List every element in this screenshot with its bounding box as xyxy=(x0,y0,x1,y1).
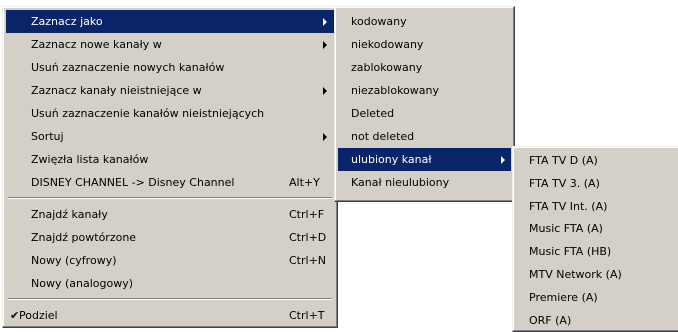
favorite-list-item[interactable]: FTA TV Int. (A) xyxy=(516,196,676,219)
menu-item-label: zablokowany xyxy=(351,61,423,74)
menu-item-favorite-channel[interactable]: ulubiony kanał xyxy=(338,148,511,171)
menu-item-shortcut: Ctrl+N xyxy=(289,254,327,267)
menu-item-not-deleted[interactable]: not deleted xyxy=(338,125,511,148)
menu-item-shortcut: Alt+Y xyxy=(289,176,320,189)
menu-item-label: Premiere (A) xyxy=(529,290,598,304)
submenu-arrow-icon xyxy=(323,41,327,49)
menu-item-label: MTV Network (A) xyxy=(529,267,622,281)
menu-item-find-channels[interactable]: Znajdź kanały Ctrl+F xyxy=(6,203,334,226)
menu-item-label: Zaznacz kanały nieistniejące w xyxy=(31,84,202,97)
menu-item-label: Zwięzła lista kanałów xyxy=(31,153,149,166)
menu-item-label: Usuń zaznaczenie kanałów nieistniejących xyxy=(31,107,265,120)
menu-item-shortcut: Ctrl+F xyxy=(289,208,325,221)
menu-item-unmark-new-channels[interactable]: Usuń zaznaczenie nowych kanałów xyxy=(6,56,334,79)
menu-item-label: Podziel xyxy=(19,309,58,322)
menu-item-label: not deleted xyxy=(351,130,415,143)
menu-item-label: Sortuj xyxy=(31,130,64,143)
menu-item-label: Znajdź kanały xyxy=(31,208,108,221)
menu-item-find-duplicates[interactable]: Znajdź powtórzone Ctrl+D xyxy=(6,226,334,249)
submenu-arrow-icon xyxy=(501,156,505,164)
menu-item-label: Deleted xyxy=(351,107,395,120)
submenu-arrow-icon xyxy=(323,18,327,26)
menu-item-mark-missing-channels[interactable]: Zaznacz kanały nieistniejące w xyxy=(6,79,334,102)
menu-item-label: Znajdź powtórzone xyxy=(31,231,137,244)
favorite-list-item[interactable]: MTV Network (A) xyxy=(516,264,676,287)
menu-item-locked[interactable]: zablokowany xyxy=(338,56,511,79)
menu-item-sort[interactable]: Sortuj xyxy=(6,125,334,148)
submenu-arrow-icon xyxy=(323,87,327,95)
menu-item-label: ulubiony kanał xyxy=(351,153,432,166)
menu-item-unlocked[interactable]: niezablokowany xyxy=(338,79,511,102)
menu-item-shortcut: Ctrl+D xyxy=(289,231,327,244)
menu-item-label: Kanał nieulubiony xyxy=(351,176,450,189)
favorite-list-item[interactable]: Music FTA (HB) xyxy=(516,241,676,264)
context-menu: Zaznacz jako Zaznacz nowe kanały w Usuń … xyxy=(2,6,338,328)
favorite-list-item[interactable]: FTA TV 3. (A) xyxy=(516,173,676,196)
favorite-list-item[interactable]: FTA TV D (A) xyxy=(516,150,676,173)
menu-item-label: Zaznacz jako xyxy=(31,15,103,28)
menu-item-new-digital[interactable]: Nowy (cyfrowy) Ctrl+N xyxy=(6,249,334,272)
menu-item-label: Nowy (cyfrowy) xyxy=(31,254,117,267)
menu-item-label: DISNEY CHANNEL -> Disney Channel xyxy=(31,176,235,189)
mark-as-submenu: kodowany niekodowany zablokowany niezabl… xyxy=(334,6,515,202)
menu-separator xyxy=(6,194,334,203)
menu-item-deleted[interactable]: Deleted xyxy=(338,102,511,125)
favorite-list-item[interactable]: ORF (A) xyxy=(516,310,676,332)
menu-item-rename-disney[interactable]: DISNEY CHANNEL -> Disney Channel Alt+Y xyxy=(6,171,334,194)
favorite-list-item[interactable]: Music FTA (A) xyxy=(516,218,676,241)
menu-item-label: FTA TV Int. (A) xyxy=(529,199,608,213)
menu-item-label: Nowy (analogowy) xyxy=(31,277,134,290)
menu-item-split[interactable]: ✔ Podziel Ctrl+T xyxy=(6,304,334,327)
menu-separator xyxy=(6,295,334,304)
favorites-submenu: FTA TV D (A) FTA TV 3. (A) FTA TV Int. (… xyxy=(512,146,678,332)
menu-item-not-favorite[interactable]: Kanał nieulubiony xyxy=(338,171,511,194)
menu-item-mark-new-channels[interactable]: Zaznacz nowe kanały w xyxy=(6,33,334,56)
menu-item-new-analog[interactable]: Nowy (analogowy) xyxy=(6,272,334,295)
submenu-arrow-icon xyxy=(323,133,327,141)
menu-item-unmark-missing-channels[interactable]: Usuń zaznaczenie kanałów nieistniejących xyxy=(6,102,334,125)
menu-item-label: niezablokowany xyxy=(351,84,440,97)
menu-item-label: Music FTA (HB) xyxy=(529,245,612,259)
menu-item-label: niekodowany xyxy=(351,38,424,51)
menu-item-label: ORF (A) xyxy=(529,313,572,327)
menu-item-shortcut: Ctrl+T xyxy=(289,309,325,322)
menu-item-label: Zaznacz nowe kanały w xyxy=(31,38,162,51)
menu-item-label: Music FTA (A) xyxy=(529,222,603,236)
menu-item-label: FTA TV D (A) xyxy=(529,154,598,167)
menu-item-encoded[interactable]: kodowany xyxy=(338,10,511,33)
favorite-list-item[interactable]: Premiere (A) xyxy=(516,287,676,310)
menu-item-label: kodowany xyxy=(351,15,407,28)
checkmark-icon: ✔ xyxy=(10,309,20,322)
menu-item-compact-list[interactable]: Zwięzła lista kanałów xyxy=(6,148,334,171)
menu-item-label: Usuń zaznaczenie nowych kanałów xyxy=(31,61,225,74)
menu-item-label: FTA TV 3. (A) xyxy=(529,176,600,190)
menu-item-mark-as[interactable]: Zaznacz jako xyxy=(6,10,334,33)
menu-item-unencoded[interactable]: niekodowany xyxy=(338,33,511,56)
